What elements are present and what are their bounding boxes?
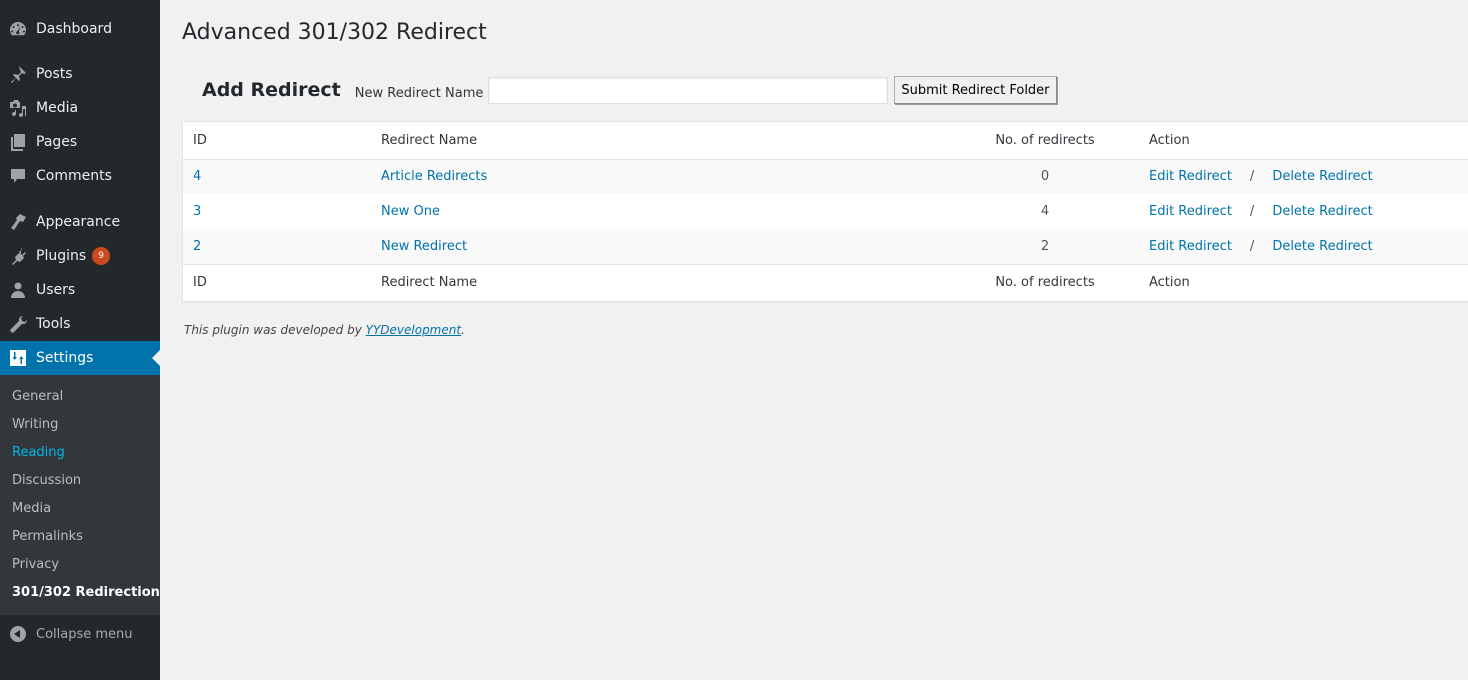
redirect-count: 4	[1040, 204, 1050, 219]
table-row: 3 New One 4 Edit Redirect / Delete Redirec…	[183, 194, 1468, 229]
action-separator: /	[1249, 238, 1255, 254]
column-footer-name: Redirect Name	[371, 263, 951, 301]
collapse-menu-button[interactable]: Collapse menu	[0, 618, 160, 650]
redirect-id-link[interactable]: 2	[193, 239, 201, 254]
table-row: 2 New Redirect 2 Edit Redirect / Delete Re…	[183, 229, 1468, 264]
redirect-id-link[interactable]: 3	[193, 204, 201, 219]
column-footer-id: ID	[183, 263, 371, 301]
delete-redirect-link[interactable]: Delete Redirect	[1272, 204, 1372, 219]
redirect-id-link[interactable]: 4	[193, 169, 201, 184]
column-header-name: Redirect Name	[371, 122, 951, 160]
menu-item-settings[interactable]: Settings	[0, 341, 160, 375]
table-header-row: ID Redirect Name No. of redirects Action	[183, 122, 1468, 160]
submenu-item-reading[interactable]: Reading	[0, 439, 160, 467]
pages-icon	[0, 132, 36, 152]
column-header-id: ID	[183, 122, 371, 160]
admin-sidebar: Dashboard Posts Media Pages Comments App…	[0, 0, 160, 680]
submenu-item-writing[interactable]: Writing	[0, 411, 160, 439]
menu-item-appearance[interactable]: Appearance	[0, 205, 160, 239]
active-menu-arrow	[152, 350, 160, 366]
redirect-name-link[interactable]: Article Redirects	[381, 169, 487, 184]
menu-label: Dashboard	[36, 21, 112, 37]
redirect-count: 0	[1040, 169, 1050, 185]
submenu-item-privacy[interactable]: Privacy	[0, 551, 160, 579]
action-separator: /	[1249, 169, 1255, 185]
menu-item-comments[interactable]: Comments	[0, 159, 160, 193]
menu-label: Appearance	[36, 214, 121, 230]
menu-label: Media	[36, 100, 79, 116]
add-redirect-heading: Add Redirect	[202, 79, 341, 101]
new-redirect-name-label: New Redirect Name	[354, 85, 484, 101]
column-header-action: Action	[1139, 122, 1468, 160]
menu-label: Posts	[36, 66, 73, 82]
delete-redirect-link[interactable]: Delete Redirect	[1272, 169, 1372, 184]
menu-item-pages[interactable]: Pages	[0, 125, 160, 159]
menu-item-plugins[interactable]: Plugins 9	[0, 239, 160, 273]
redirect-name-link[interactable]: New Redirect	[381, 239, 467, 254]
comment-icon	[0, 166, 36, 186]
column-footer-action: Action	[1139, 263, 1468, 301]
new-redirect-name-input[interactable]	[488, 76, 889, 104]
plugin-update-badge: 9	[92, 247, 111, 265]
menu-label: Users	[36, 282, 76, 298]
collapse-menu-label: Collapse menu	[36, 626, 133, 642]
submenu-item-discussion[interactable]: Discussion	[0, 467, 160, 495]
wrench-icon	[0, 314, 36, 334]
redirects-table: ID Redirect Name No. of redirects Action…	[182, 121, 1468, 302]
submenu-item-media[interactable]: Media	[0, 495, 160, 523]
collapse-arrow-icon	[0, 626, 36, 642]
column-header-count: No. of redirects	[951, 122, 1139, 160]
edit-redirect-link[interactable]: Edit Redirect	[1149, 239, 1232, 254]
menu-label: Plugins	[36, 248, 87, 264]
dashboard-icon	[0, 19, 36, 39]
table-row: 4 Article Redirects 0 Edit Redirect / Dele…	[183, 159, 1468, 194]
menu-item-dashboard[interactable]: Dashboard	[0, 12, 160, 46]
menu-label: Pages	[36, 134, 78, 150]
submenu-item-permalinks[interactable]: Permalinks	[0, 523, 160, 551]
action-separator: /	[1249, 204, 1255, 219]
submenu-item-redirection[interactable]: 301/302 Redirection	[0, 579, 160, 607]
redirect-name-link[interactable]: New One	[381, 204, 440, 219]
edit-redirect-link[interactable]: Edit Redirect	[1149, 169, 1232, 184]
settings-sliders-icon	[0, 348, 36, 368]
menu-item-posts[interactable]: Posts	[0, 57, 160, 91]
table-footer-row: ID Redirect Name No. of redirects Action	[183, 263, 1468, 301]
menu-item-tools[interactable]: Tools	[0, 307, 160, 341]
edit-redirect-link[interactable]: Edit Redirect	[1149, 204, 1232, 219]
menu-label: Settings	[36, 350, 94, 366]
page-title: Advanced 301/302 Redirect	[182, 20, 487, 45]
pin-icon	[0, 64, 36, 84]
menu-label: Comments	[36, 168, 112, 184]
column-footer-count: No. of redirects	[951, 263, 1139, 301]
plugin-credit: This plugin was developed by YYDevelopme…	[184, 323, 465, 337]
paintbrush-icon	[0, 212, 36, 232]
submit-redirect-folder-button[interactable]: Submit Redirect Folder	[894, 76, 1057, 104]
redirect-count: 2	[1040, 238, 1050, 254]
menu-label: Tools	[36, 316, 71, 332]
user-icon	[0, 280, 36, 300]
developer-link[interactable]: YYDevelopment	[366, 323, 461, 337]
credit-prefix: This plugin was developed by	[184, 323, 366, 337]
add-redirect-form: Add Redirect New Redirect Name Submit Re…	[202, 76, 1057, 104]
submenu-item-general[interactable]: General	[0, 383, 160, 411]
delete-redirect-link[interactable]: Delete Redirect	[1272, 239, 1372, 254]
credit-suffix: .	[461, 323, 465, 337]
menu-item-media[interactable]: Media	[0, 91, 160, 125]
menu-item-users[interactable]: Users	[0, 273, 160, 307]
plugin-icon	[0, 246, 36, 266]
media-icon	[0, 98, 36, 118]
settings-submenu: General Writing Reading Discussion Media…	[0, 375, 160, 615]
